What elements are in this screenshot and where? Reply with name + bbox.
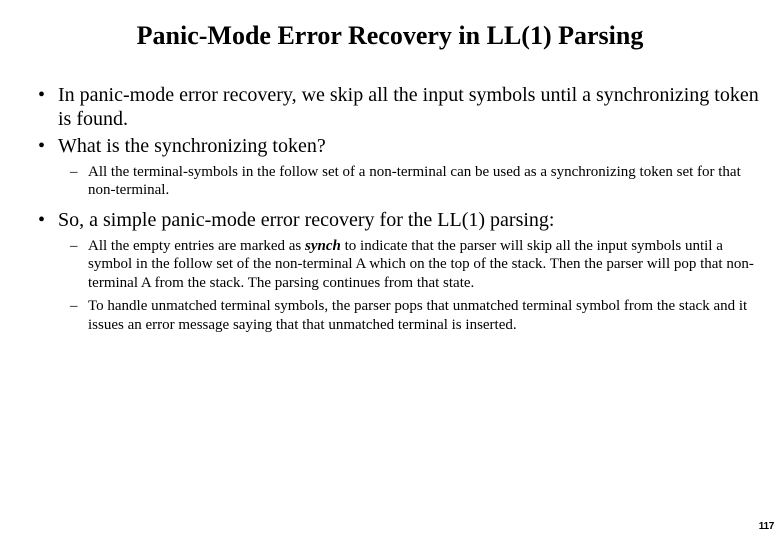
bullet-text: What is the synchronizing token? [58, 135, 326, 157]
sub-bullet-item: All the terminal-symbols in the follow s… [88, 163, 762, 201]
sub-bullet-list: All the terminal-symbols in the follow s… [58, 163, 762, 201]
sub-bullet-item: All the empty entries are marked as sync… [88, 237, 762, 293]
sub-bullet-item: To handle unmatched terminal symbols, th… [88, 297, 762, 335]
sub-bullet-text: To handle unmatched terminal symbols, th… [88, 298, 747, 333]
slide: Panic-Mode Error Recovery in LL(1) Parsi… [0, 0, 780, 540]
sub-bullet-text: All the terminal-symbols in the follow s… [88, 164, 741, 199]
bullet-item-2: What is the synchronizing token? All the… [58, 134, 762, 200]
slide-title: Panic-Mode Error Recovery in LL(1) Parsi… [18, 20, 762, 53]
sub-bullet-text-pre: All the empty entries are marked as [88, 238, 305, 254]
emphasis-synch: synch [305, 238, 341, 254]
bullet-text: So, a simple panic-mode error recovery f… [58, 209, 554, 231]
sub-bullet-list: All the empty entries are marked as sync… [58, 237, 762, 335]
page-number: 117 [759, 521, 774, 532]
bullet-text: In panic-mode error recovery, we skip al… [58, 84, 759, 130]
bullet-item-3: So, a simple panic-mode error recovery f… [58, 208, 762, 334]
bullet-item-1: In panic-mode error recovery, we skip al… [58, 83, 762, 132]
bullet-list: In panic-mode error recovery, we skip al… [18, 83, 762, 335]
